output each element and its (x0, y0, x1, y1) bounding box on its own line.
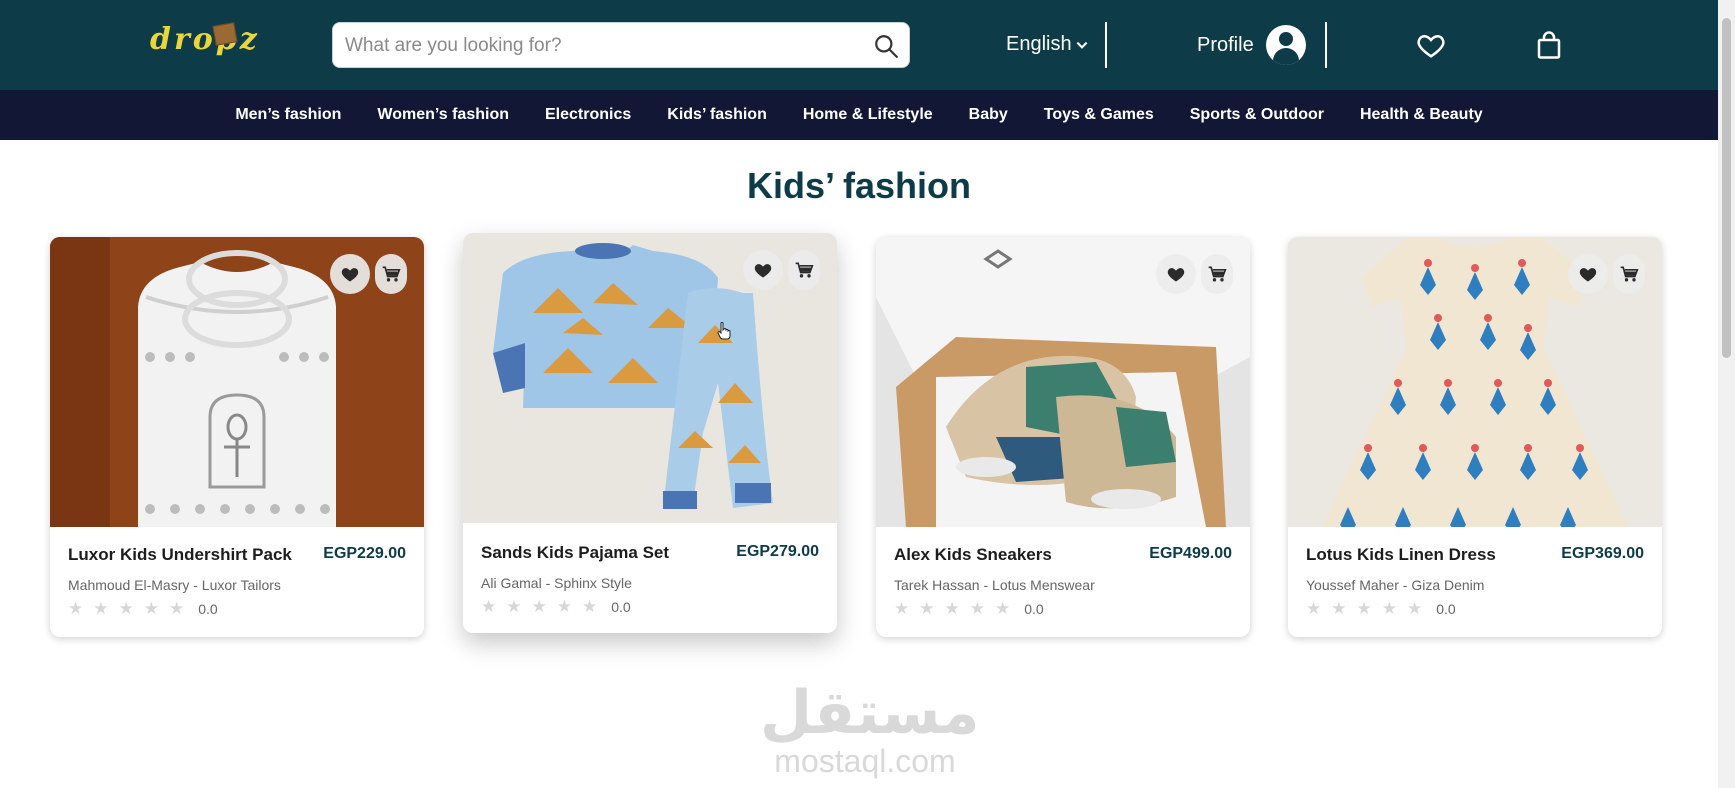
category-baby[interactable]: Baby (951, 106, 1026, 124)
star-icon: ★ (68, 599, 84, 619)
star-icon: ★ (169, 599, 185, 619)
category-home-lifestyle[interactable]: Home & Lifestyle (785, 106, 951, 124)
watermark: مستقل mostaql.com (760, 678, 980, 779)
product-price: EGP499.00 (1149, 545, 1232, 562)
star-icon: ★ (1381, 599, 1397, 619)
cart-icon (1620, 266, 1639, 282)
heart-icon (754, 264, 772, 278)
add-to-cart-button[interactable] (375, 254, 407, 294)
cart-icon (1208, 266, 1227, 282)
star-icon: ★ (1306, 599, 1322, 619)
add-to-wishlist-button[interactable] (743, 250, 783, 290)
product-seller: Youssef Maher - Giza Denim (1306, 577, 1485, 593)
heart-icon (1167, 268, 1185, 282)
product-card[interactable]: Sands Kids Pajama Set EGP279.00 Ali Gama… (463, 233, 837, 633)
product-price: EGP229.00 (323, 545, 406, 562)
chevron-down-icon (1076, 41, 1088, 49)
product-seller: Mahmoud El-Masry - Luxor Tailors (68, 577, 281, 593)
category-kids-fashion[interactable]: Kids’ fashion (649, 106, 785, 124)
add-to-wishlist-button[interactable] (330, 254, 370, 294)
language-selector[interactable]: English (1006, 33, 1089, 56)
star-icon: ★ (995, 599, 1011, 619)
star-icon: ★ (118, 599, 134, 619)
hand-cursor-icon (717, 322, 731, 340)
star-icon: ★ (582, 597, 598, 617)
scrollbar-thumb[interactable] (1722, 18, 1731, 358)
heart-icon (1579, 268, 1597, 282)
divider (1325, 22, 1327, 68)
star-icon: ★ (481, 597, 497, 617)
divider (1105, 22, 1107, 68)
product-name[interactable]: Alex Kids Sneakers (894, 545, 1052, 565)
page-title: Kids’ fashion (746, 165, 972, 206)
product-seller: Tarek Hassan - Lotus Menswear (894, 577, 1095, 593)
product-card[interactable]: Lotus Kids Linen Dress EGP369.00 Youssef… (1288, 237, 1662, 637)
star-icon: ★ (944, 599, 960, 619)
product-price: EGP279.00 (736, 543, 819, 560)
shopping-bag-icon[interactable] (1534, 30, 1564, 60)
product-name[interactable]: Lotus Kids Linen Dress (1306, 545, 1496, 565)
category-sports-outdoor[interactable]: Sports & Outdoor (1172, 106, 1342, 124)
cart-icon (795, 262, 814, 278)
search-input[interactable] (345, 32, 865, 60)
rating-value: 0.0 (198, 601, 218, 617)
profile-label: Profile (1197, 33, 1254, 56)
star-icon: ★ (1331, 599, 1347, 619)
search-icon[interactable] (873, 33, 899, 59)
star-icon: ★ (531, 597, 547, 617)
product-price: EGP369.00 (1561, 545, 1644, 562)
add-to-cart-button[interactable] (1613, 254, 1645, 294)
product-name[interactable]: Luxor Kids Undershirt Pack (68, 545, 292, 565)
star-icon: ★ (506, 597, 522, 617)
rating-value: 0.0 (611, 599, 631, 615)
star-icon: ★ (1356, 599, 1372, 619)
rating-value: 0.0 (1024, 601, 1044, 617)
rating-stars: ★ ★ ★ ★ ★ 0.0 (894, 599, 1044, 619)
star-icon: ★ (143, 599, 159, 619)
heart-icon (341, 268, 359, 282)
top-header: dropz English Profile (0, 0, 1718, 90)
rating-stars: ★ ★ ★ ★ ★ 0.0 (1306, 599, 1456, 619)
profile-button[interactable]: Profile (1197, 25, 1306, 65)
rating-stars: ★ ★ ★ ★ ★ 0.0 (68, 599, 218, 619)
product-seller: Ali Gamal - Sphinx Style (481, 575, 632, 591)
category-electronics[interactable]: Electronics (527, 106, 649, 124)
star-icon: ★ (969, 599, 985, 619)
search-bar (332, 22, 910, 68)
product-card[interactable]: Alex Kids Sneakers EGP499.00 Tarek Hassa… (876, 237, 1250, 637)
category-mens-fashion[interactable]: Men’s fashion (217, 106, 359, 124)
watermark-arabic: مستقل (760, 678, 980, 748)
product-name[interactable]: Sands Kids Pajama Set (481, 543, 669, 563)
star-icon: ★ (1407, 599, 1423, 619)
product-card[interactable]: Luxor Kids Undershirt Pack EGP229.00 Mah… (50, 237, 424, 637)
heart-icon[interactable] (1416, 30, 1446, 60)
star-icon: ★ (919, 599, 935, 619)
rating-value: 0.0 (1436, 601, 1456, 617)
language-label: English (1006, 33, 1072, 55)
star-icon: ★ (894, 599, 910, 619)
logo-box-icon (212, 22, 238, 46)
add-to-cart-button[interactable] (1201, 254, 1233, 294)
rating-stars: ★ ★ ★ ★ ★ 0.0 (481, 597, 631, 617)
category-nav: Men’s fashion Women’s fashion Electronic… (0, 90, 1718, 140)
add-to-wishlist-button[interactable] (1156, 254, 1196, 294)
star-icon: ★ (556, 597, 572, 617)
add-to-wishlist-button[interactable] (1568, 254, 1608, 294)
add-to-cart-button[interactable] (788, 250, 820, 290)
category-womens-fashion[interactable]: Women’s fashion (359, 106, 527, 124)
cart-icon (382, 266, 401, 282)
category-toys-games[interactable]: Toys & Games (1026, 106, 1172, 124)
logo[interactable]: dropz (150, 22, 260, 57)
category-health-beauty[interactable]: Health & Beauty (1342, 106, 1501, 124)
watermark-latin: mostaql.com (774, 743, 956, 779)
user-avatar-icon (1265, 25, 1306, 65)
star-icon: ★ (93, 599, 109, 619)
